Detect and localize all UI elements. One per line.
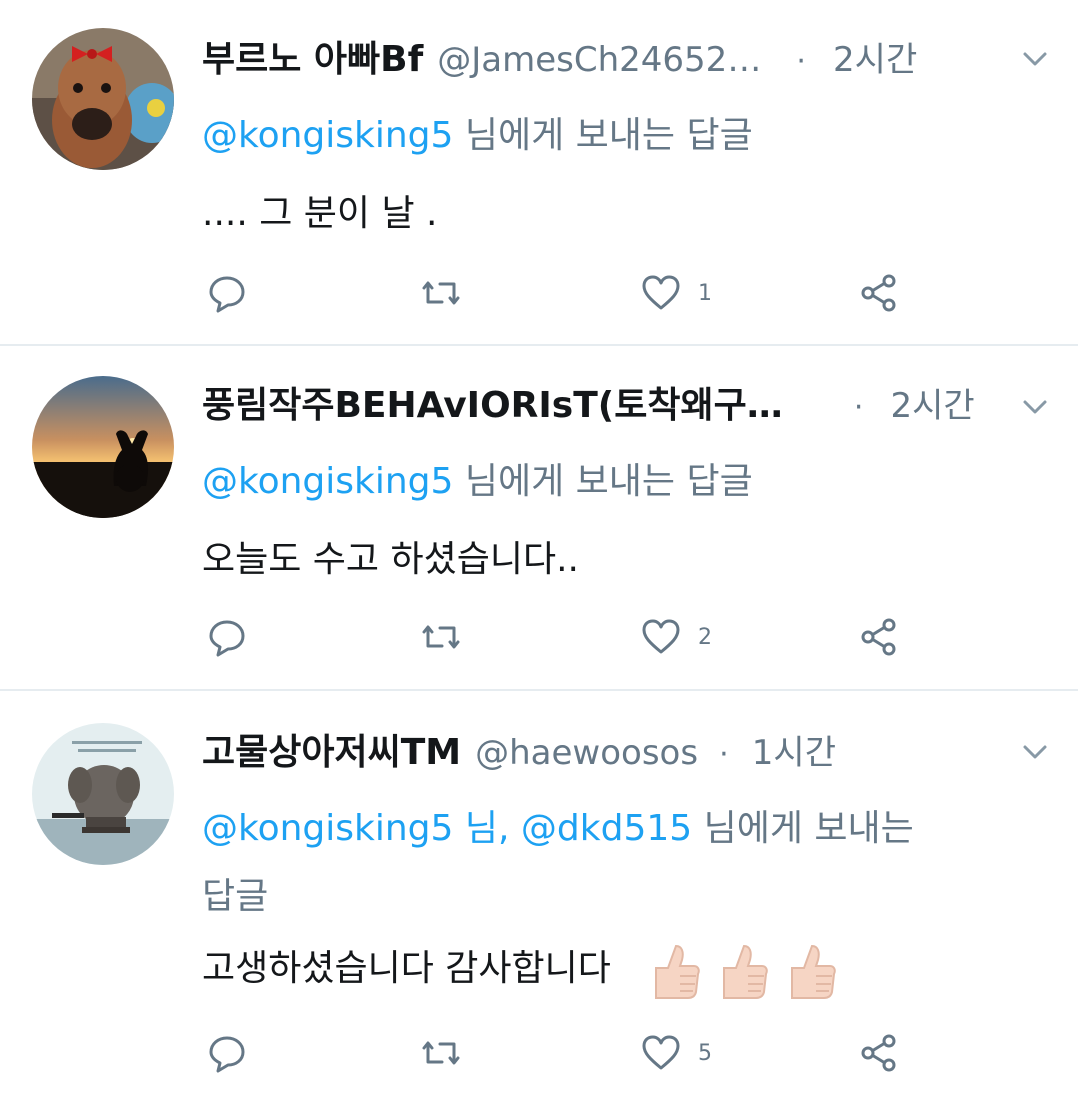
retweet-icon [422,1041,460,1065]
thumbs-up-emoji [723,944,769,999]
separator-dot: · [796,44,806,79]
reply-button[interactable] [206,268,248,318]
mention-link[interactable]: @kongisking5 [202,808,453,849]
chevron-down-icon[interactable] [1018,735,1052,769]
tweet-header: 풍림작주BEHAvIORIsT(토착왜구… · 2시간 [202,376,975,428]
heart-icon [642,275,680,310]
retweet-button[interactable] [420,268,462,318]
reply-separator: 님, [453,808,521,849]
dog-avatar-image [32,28,174,170]
avatar[interactable] [32,723,174,865]
reply-suffix-wrap: 답글 [202,876,269,917]
like-button[interactable]: 1 [640,268,712,318]
tweet-3[interactable]: 고물상아저씨TM @haewoosos · 1시간 @kongisking5 님,… [0,691,1078,1098]
replying-to: @kongisking5 님에게 보내는 답글 [202,106,753,158]
user-handle[interactable]: @JamesCh24652… [437,40,761,80]
reply-suffix: 님에게 보내는 답글 [453,115,753,156]
share-icon [861,274,896,312]
like-button[interactable]: 2 [640,612,712,662]
tweet-text: 고생하셨습니다 감사합니다 [202,948,611,989]
like-count: 5 [698,1040,712,1066]
thumbs-up-emoji [655,944,701,999]
elephant-avatar-image [32,723,174,865]
share-button[interactable] [858,612,900,662]
thumbs-up-emoji-group [646,940,838,1000]
sunset-heart-avatar-image [32,376,174,518]
reply-button[interactable] [206,612,248,662]
replying-to: @kongisking5 님에게 보내는 답글 [202,452,753,504]
tweet-1[interactable]: 부르노 아빠Bf @JamesCh24652… · 2시간 @kongisking… [0,0,1078,345]
tweet-header: 부르노 아빠Bf @JamesCh24652… · 2시간 [202,30,917,82]
retweet-button[interactable] [420,612,462,662]
comment-icon [209,276,245,313]
tweet-2[interactable]: 풍림작주BEHAvIORIsT(토착왜구… · 2시간 @kongisking5… [0,346,1078,690]
retweet-button[interactable] [420,1028,462,1078]
mention-link[interactable]: @kongisking5 [202,461,453,502]
tweet-text: .... 그 분이 날 . [202,193,438,234]
mention-link-2[interactable]: @dkd515 [521,808,692,849]
avatar[interactable] [32,376,174,518]
thumbs-up-emoji [791,944,837,999]
heart-icon [642,619,680,654]
separator-dot: · [853,390,864,425]
replying-to: @kongisking5 님, @dkd515 님에게 보내는 [202,799,914,851]
timestamp[interactable]: 2시간 [833,40,917,80]
share-icon [861,1034,896,1072]
reply-suffix: 님에게 보내는 답글 [453,461,753,502]
avatar[interactable] [32,28,174,170]
user-handle[interactable]: @haewoosos [475,733,698,773]
action-bar: 2 [202,612,922,662]
retweet-icon [422,625,460,649]
reply-button[interactable] [206,1028,248,1078]
comment-icon [209,1036,245,1073]
comment-icon [209,620,245,657]
display-name[interactable]: 풍림작주BEHAvIORIsT(토착왜구… [202,385,783,426]
chevron-down-icon[interactable] [1018,390,1052,424]
mention-link[interactable]: @kongisking5 [202,115,453,156]
action-bar: 5 [202,1028,922,1078]
reply-suffix: 님에게 보내는 [692,808,914,849]
display-name[interactable]: 부르노 아빠Bf [202,39,423,80]
timestamp[interactable]: 1시간 [752,733,836,773]
like-count: 2 [698,624,712,650]
separator-dot: · [719,737,729,772]
heart-icon [642,1035,680,1070]
share-button[interactable] [858,1028,900,1078]
tweet-text-row: 고생하셨습니다 감사합니다 [202,939,838,1000]
tweet-header: 고물상아저씨TM @haewoosos · 1시간 [202,723,836,775]
timestamp[interactable]: 2시간 [890,386,974,426]
share-icon [861,618,896,656]
action-bar: 1 [202,268,922,318]
like-button[interactable]: 5 [640,1028,712,1078]
display-name[interactable]: 고물상아저씨TM [202,732,461,773]
retweet-icon [422,281,460,305]
like-count: 1 [698,280,712,306]
tweet-text: 오늘도 수고 하셨습니다.. [202,539,579,580]
share-button[interactable] [858,268,900,318]
chevron-down-icon[interactable] [1018,42,1052,76]
